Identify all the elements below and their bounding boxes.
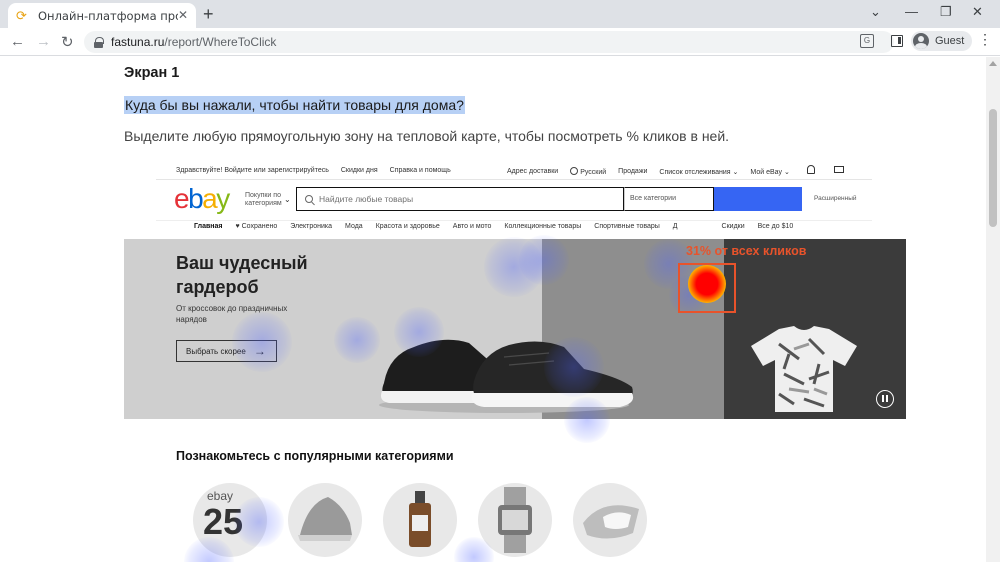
- tab-title: Онлайн-платформа проверки д: [38, 8, 178, 23]
- category-auto-parts: [573, 483, 647, 557]
- ebay-hero-banner: Ваш чудесный гардероб От кроссовок до пр…: [124, 239, 906, 419]
- ebay-nav-motors: Авто и мото: [452, 223, 492, 230]
- search-icon: [305, 195, 313, 203]
- arrow-right-icon: →: [253, 344, 266, 358]
- ebay-sell: Продажи: [618, 168, 648, 175]
- screen-title: Экран 1: [124, 65, 180, 81]
- ebay-ship-to: Адрес доставки: [507, 168, 559, 175]
- ebay-nav-deals: Скидки: [721, 223, 745, 230]
- avatar-icon: [913, 33, 929, 49]
- back-arrow-icon[interactable]: ←: [10, 33, 25, 50]
- ebay-nav-hidden: [691, 223, 709, 230]
- headlight-icon: [583, 505, 639, 539]
- ebay-divider: [156, 179, 872, 180]
- category-sneakers: [288, 483, 362, 557]
- popular-categories-title: Познакомьтесь с популярными категориями: [176, 449, 454, 463]
- heatmap-selection-label: 31% от всех кликов: [686, 244, 807, 258]
- tab-search-chevron-icon[interactable]: ⌄: [870, 4, 881, 20]
- bell-icon: [807, 165, 815, 174]
- reload-icon[interactable]: ↻: [61, 33, 74, 51]
- translate-icon[interactable]: G: [860, 34, 874, 48]
- ebay-nav-fashion: Мода: [345, 223, 363, 230]
- ebay-language: Русский: [570, 167, 606, 176]
- browser-toolbar: ← → ↻ fastuna.ru/report/WhereToClick: [0, 28, 1000, 56]
- sneakers-image: [379, 339, 634, 413]
- cart-icon: [834, 166, 844, 173]
- ebay-signin-link: Здравствуйте! Войдите или зарегистрируйт…: [176, 167, 329, 174]
- ebay-nav-under-10: Все до $10: [757, 223, 794, 230]
- ebay-nav-collectibles: Коллекционные товары: [504, 223, 582, 230]
- profile-button[interactable]: Guest: [911, 31, 973, 51]
- side-panel-icon[interactable]: [891, 35, 903, 47]
- ebay-logo: ebay: [174, 183, 230, 214]
- lock-icon[interactable]: [94, 36, 104, 48]
- pause-icon: [876, 390, 894, 408]
- ebay-my-ebay: Мой eBay ⌄: [750, 168, 790, 176]
- new-tab-icon[interactable]: +: [203, 4, 214, 25]
- forward-arrow-icon[interactable]: →: [36, 33, 51, 50]
- ebay-advanced-link: Расширенный: [814, 195, 857, 202]
- address-bar[interactable]: fastuna.ru/report/WhereToClick: [84, 31, 894, 53]
- browser-tab[interactable]: ⟳ Онлайн-платформа проверки д ✕: [8, 3, 196, 28]
- heatmap-screenshot[interactable]: Здравствуйте! Войдите или зарегистрируйт…: [124, 157, 906, 562]
- ebay-category-select: Все категории: [624, 187, 714, 211]
- page-scrollbar[interactable]: [986, 57, 1000, 562]
- ebay-shop-by-category: Покупки по категориям: [245, 192, 282, 207]
- ebay-badge-number: 25: [203, 501, 244, 542]
- ebay-nav-home-garden: Д: [672, 223, 678, 230]
- profile-name: Guest: [935, 35, 965, 47]
- ebay-nav-beauty: Красота и здоровье: [375, 223, 440, 230]
- hero-subtitle: От кроссовок до праздничных нарядов: [176, 304, 288, 324]
- heatmap-selection-box[interactable]: [678, 263, 736, 313]
- tshirt-image: [751, 326, 857, 412]
- serum-bottle-icon: [409, 491, 431, 547]
- ebay-top-nav: Здравствуйте! Войдите или зарегистрируйт…: [176, 167, 451, 174]
- ebay-nav-electronics: Электроника: [290, 223, 333, 230]
- tab-bar: ⟳ Онлайн-платформа проверки д ✕ + ⌄ — ❐ …: [0, 0, 1000, 28]
- scroll-up-arrow-icon[interactable]: [989, 61, 997, 66]
- category-skincare: [383, 483, 457, 557]
- watch-icon: [498, 487, 532, 553]
- ebay-category-nav-items: Главная ♥ Сохранено Электроника Мода Кра…: [194, 223, 793, 230]
- category-ebay-25: ebay 25: [193, 483, 267, 557]
- hero-title: Ваш чудесный гардероб: [176, 253, 308, 297]
- category-watches: [478, 483, 552, 557]
- ebay-top-nav-right: Адрес доставки Русский Продажи Список от…: [507, 167, 790, 176]
- page-content: Экран 1 Куда бы вы нажали, чтобы найти т…: [0, 57, 986, 562]
- ebay-search-placeholder: Найдите любые товары: [319, 194, 414, 204]
- scroll-thumb[interactable]: [989, 109, 997, 227]
- ebay-watchlist: Список отслеживания ⌄: [659, 168, 739, 176]
- instruction-text: Выделите любую прямоугольную зону на теп…: [124, 128, 730, 144]
- url-host: fastuna.ru: [111, 35, 165, 49]
- restore-icon[interactable]: ❐: [940, 4, 952, 20]
- ebay-nav-saved: ♥ Сохранено: [235, 223, 278, 230]
- question-text: Куда бы вы нажали, чтобы найти товары дл…: [124, 96, 465, 114]
- more-menu-icon[interactable]: ⋮: [978, 32, 992, 46]
- ebay-help-link: Справка и помощь: [389, 167, 451, 174]
- url-path: /report/WhereToClick: [164, 35, 277, 49]
- fastuna-favicon-icon: ⟳: [16, 7, 27, 23]
- close-window-icon[interactable]: ✕: [972, 4, 983, 20]
- minimize-icon[interactable]: —: [905, 4, 918, 19]
- chevron-down-icon: ⌄: [284, 195, 291, 204]
- tab-close-icon[interactable]: ✕: [178, 8, 188, 22]
- sneaker-icon: [298, 497, 352, 541]
- ebay-nav-sports: Спортивные товары: [594, 223, 660, 230]
- ebay-search-button: [714, 187, 802, 211]
- ebay-nav-home: Главная: [194, 223, 223, 230]
- hero-cta-button: Выбрать скорее →: [176, 340, 277, 362]
- ebay-search-field: Найдите любые товары: [296, 187, 624, 211]
- ebay-deals-link: Скидки дня: [340, 167, 378, 174]
- globe-icon: [570, 167, 579, 175]
